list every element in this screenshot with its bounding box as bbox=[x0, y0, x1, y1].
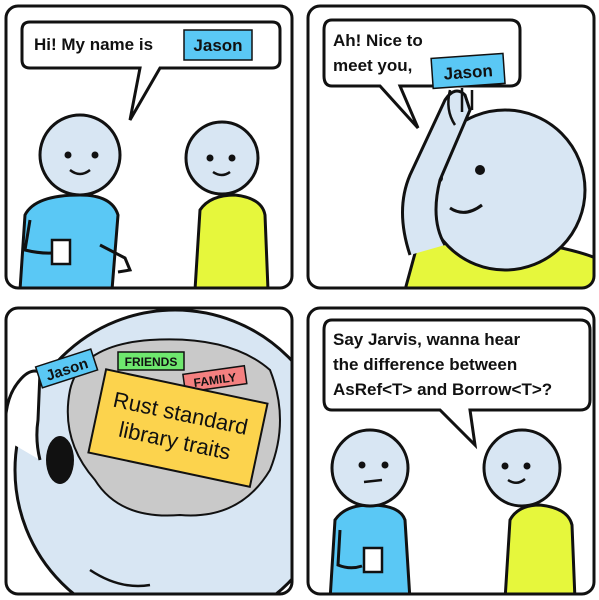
speech-line-3: AsRef<T> and Borrow<T>? bbox=[333, 380, 552, 399]
panel-1: Hi! My name is Jason bbox=[4, 4, 294, 290]
speech-text: Hi! My name is bbox=[34, 35, 153, 54]
friends-tag-text: FRIENDS bbox=[125, 355, 178, 369]
person-blue bbox=[328, 428, 412, 594]
person-yellow bbox=[184, 120, 270, 288]
speech-line-2: the difference between bbox=[333, 355, 517, 374]
name-tag-text: Jason bbox=[443, 61, 493, 83]
name-tag-text: Jason bbox=[193, 36, 242, 55]
person-blue bbox=[18, 113, 133, 288]
speech-line-1: Ah! Nice to bbox=[333, 31, 423, 50]
panel-3: Jason FRIENDS FAMILY Rust standard libra… bbox=[4, 306, 294, 596]
speech-line-2: meet you, bbox=[333, 56, 412, 75]
speech-line-1: Say Jarvis, wanna hear bbox=[333, 330, 520, 349]
panel-4: Say Jarvis, wanna hear the difference be… bbox=[306, 306, 596, 596]
panel-2: Ah! Nice to meet you, Jason bbox=[306, 4, 596, 290]
person-yellow bbox=[482, 428, 577, 594]
comic: Hi! My name is Jason Ah! Nice to meet yo… bbox=[4, 4, 596, 596]
